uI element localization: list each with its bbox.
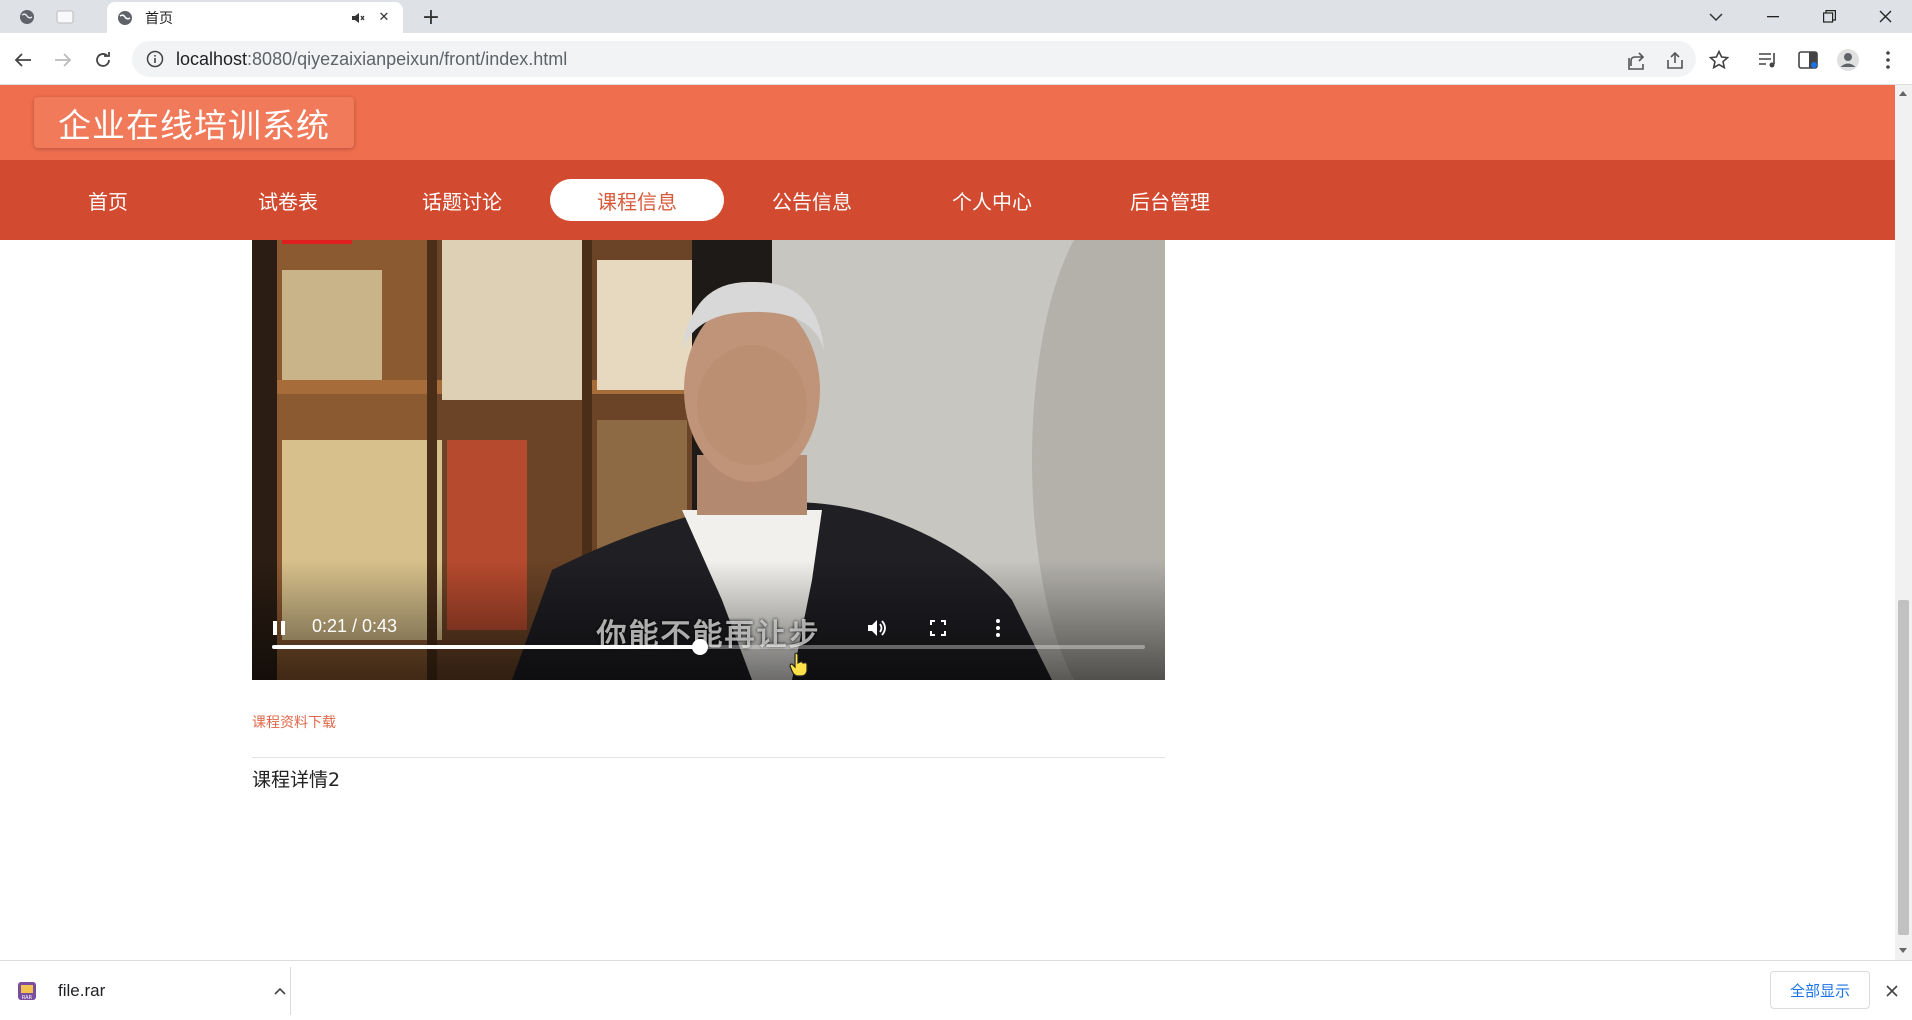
nav-discussion[interactable]: 话题讨论 [375, 179, 549, 221]
forward-icon[interactable] [49, 46, 77, 74]
new-tab-button[interactable]: + [418, 4, 444, 30]
course-detail-text: 课程详情2 [252, 769, 341, 791]
bookmark-star-icon[interactable] [1705, 46, 1733, 74]
hand-cursor-icon [789, 652, 808, 677]
reload-icon[interactable] [89, 46, 117, 74]
volume-icon[interactable] [863, 613, 893, 643]
scrollbar-thumb[interactable] [1898, 600, 1909, 935]
tab-search-icon[interactable] [1693, 0, 1739, 33]
main-nav: 首页 试卷表 话题讨论 课程信息 公告信息 个人中心 后台管理 [0, 160, 1895, 240]
course-video-player[interactable]: 你能不能再让步 0:21 / 0:43 [252, 240, 1165, 680]
site-header: 企业在线培训系统 [0, 85, 1895, 160]
nav-admin[interactable]: 后台管理 [1083, 179, 1257, 221]
profile-avatar-icon[interactable] [1834, 46, 1862, 74]
video-time: 0:21 / 0:43 [312, 616, 398, 636]
menu-kebab-icon[interactable] [1874, 46, 1902, 74]
url-text: localhost:8080/qiyezaixianpeixun/front/i… [176, 48, 568, 69]
close-window-icon[interactable] [1862, 0, 1908, 33]
video-progress-fill [272, 645, 700, 649]
share-page-icon[interactable] [1626, 50, 1648, 72]
download-file-name: file.rar [58, 981, 106, 1000]
address-bar[interactable]: localhost:8080/qiyezaixianpeixun/front/i… [132, 41, 1696, 77]
nav-course-info[interactable]: 课程信息 [550, 179, 724, 221]
close-download-bar-icon[interactable] [1880, 979, 1904, 1003]
video-progress-bar[interactable] [272, 639, 1145, 655]
rar-file-icon: RAR [18, 982, 36, 1001]
course-material-download-link[interactable]: 课程资料下载 [252, 712, 336, 732]
content-divider [252, 757, 1165, 758]
svg-text:RAR: RAR [22, 995, 33, 1001]
tab-bar: 首页 ✕ + [0, 0, 1912, 33]
nav-exam-papers[interactable]: 试卷表 [201, 179, 375, 221]
nav-personal[interactable]: 个人中心 [905, 179, 1079, 221]
chevron-up-icon[interactable] [270, 981, 290, 1001]
video-more-icon[interactable] [983, 613, 1013, 643]
restore-icon[interactable] [1806, 0, 1852, 33]
globe-icon [118, 10, 132, 25]
minimize-icon[interactable] [1750, 0, 1796, 33]
fullscreen-icon[interactable] [923, 613, 953, 643]
nav-notices[interactable]: 公告信息 [725, 179, 899, 221]
back-icon[interactable] [9, 46, 37, 74]
download-bar: RAR file.rar 全部显示 [0, 960, 1912, 1020]
close-tab-icon[interactable]: ✕ [375, 9, 393, 27]
video-red-mark [282, 240, 352, 244]
share-icon[interactable] [1664, 50, 1686, 72]
scroll-up-arrow-icon[interactable] [1899, 91, 1907, 96]
tab-globe-icon[interactable] [12, 4, 42, 30]
browser-toolbar: localhost:8080/qiyezaixianpeixun/front/i… [0, 33, 1912, 85]
tab-page-icon[interactable] [50, 4, 80, 30]
download-item[interactable]: RAR file.rar [16, 971, 290, 1011]
download-bar-separator [290, 967, 291, 1015]
scroll-down-arrow-icon[interactable] [1899, 948, 1907, 953]
side-panel-icon[interactable] [1794, 46, 1822, 74]
page-scrollbar[interactable] [1895, 85, 1912, 960]
show-all-downloads-button[interactable]: 全部显示 [1770, 971, 1870, 1009]
page-viewport: 企业在线培训系统 首页 试卷表 话题讨论 课程信息 公告信息 个人中心 后台管理 [0, 85, 1895, 960]
nav-home[interactable]: 首页 [21, 179, 195, 221]
tab-title: 首页 [145, 10, 173, 27]
video-scrub-handle[interactable] [691, 639, 708, 655]
active-tab[interactable]: 首页 ✕ [107, 2, 403, 33]
site-logo-title[interactable]: 企业在线培训系统 [34, 97, 354, 148]
media-control-icon[interactable] [1754, 46, 1782, 74]
mute-tab-icon[interactable] [349, 9, 367, 27]
pause-icon[interactable] [266, 613, 292, 643]
site-info-icon[interactable] [146, 50, 164, 68]
